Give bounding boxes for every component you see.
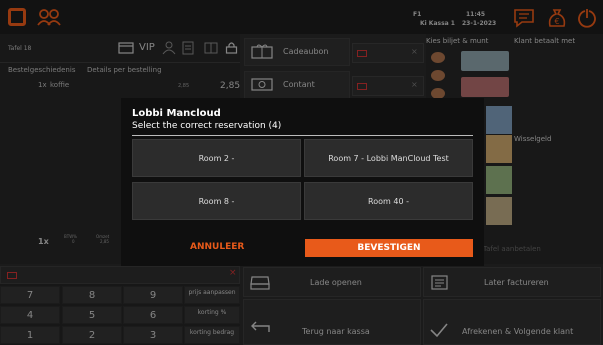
dialog-divider [132,135,473,136]
reservation-option[interactable]: Room 2 - [132,139,301,177]
reservation-option[interactable]: Room 7 - Lobbi ManCloud Test [304,139,473,177]
reservation-dialog: Lobbi Mancloud Select the correct reserv… [121,98,484,266]
cancel-button[interactable]: ANNULEER [190,242,244,252]
dialog-title: Lobbi Mancloud [132,108,221,119]
dialog-subtitle: Select the correct reservation (4) [132,121,282,131]
reservation-option[interactable]: Room 8 - [132,182,301,220]
reservation-option[interactable]: Room 40 - [304,182,473,220]
confirm-button[interactable]: BEVESTIGEN [305,239,473,257]
